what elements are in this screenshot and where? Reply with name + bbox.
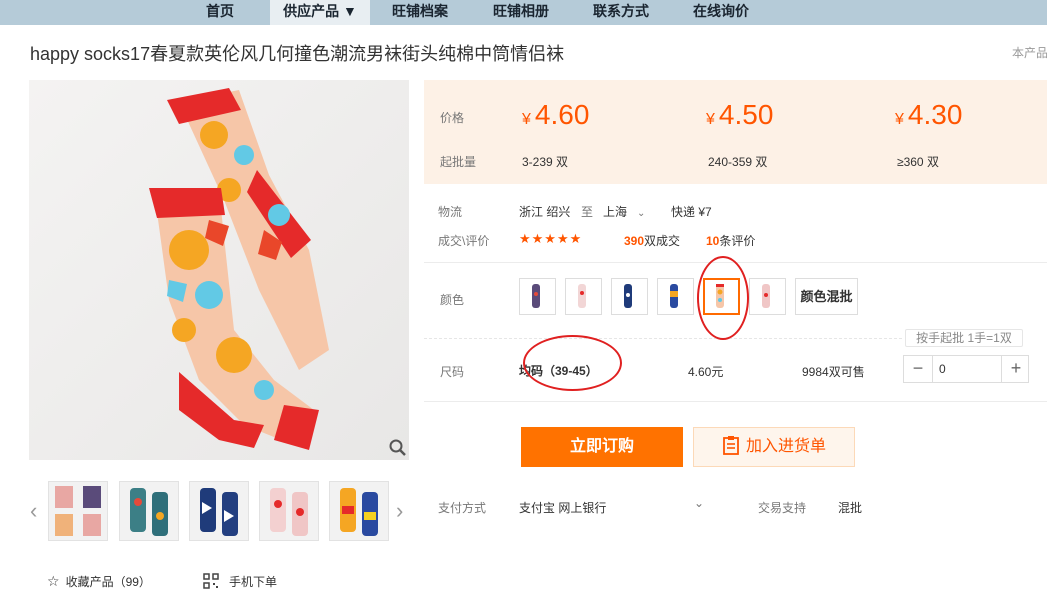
- zoom-icon[interactable]: [388, 438, 408, 458]
- tier-price: ¥4.60: [522, 99, 590, 130]
- nav-item-profile[interactable]: 旺铺档案: [383, 0, 457, 25]
- thumb-prev-arrow-icon[interactable]: ‹: [30, 498, 37, 524]
- thumbnail[interactable]: [48, 481, 108, 541]
- chevron-down-icon: ⌄: [637, 208, 646, 219]
- thumbnail-image: [340, 488, 378, 536]
- swatch-image: [624, 284, 632, 308]
- color-swatch[interactable]: [611, 278, 648, 315]
- review-count[interactable]: 10条评价: [706, 232, 755, 249]
- plus-button[interactable]: +: [1002, 356, 1030, 382]
- minus-button[interactable]: −: [904, 356, 932, 382]
- price-label: 价格: [440, 111, 465, 125]
- color-swatch[interactable]: [749, 278, 786, 315]
- nav-item-inquiry[interactable]: 在线询价: [684, 0, 758, 25]
- divider: [424, 401, 1047, 402]
- star-outline-icon: ☆: [47, 573, 60, 589]
- mobile-order-link[interactable]: 手机下单: [203, 573, 277, 590]
- express-fee: 快递 ¥7: [671, 205, 712, 219]
- color-label: 颜色: [440, 293, 465, 307]
- ship-to-word: 至: [581, 205, 594, 219]
- deals-label: 成交\评价: [438, 234, 490, 248]
- color-swatch[interactable]: [565, 278, 602, 315]
- tier-price: ¥4.50: [706, 99, 774, 130]
- mobile-order-label: 手机下单: [229, 575, 278, 589]
- nav-item-contact[interactable]: 联系方式: [584, 0, 658, 25]
- payment-methods: 支付宝 网上银行: [519, 501, 607, 515]
- trade-support-value: 混批: [838, 501, 863, 515]
- annotation-circle: [523, 335, 622, 391]
- product-title: happy socks17春夏款英伦风几何撞色潮流男袜街头纯棉中筒情侣袜: [30, 44, 565, 64]
- size-label: 尺码: [440, 365, 465, 379]
- clipboard-icon: [723, 436, 739, 455]
- thumbnail[interactable]: [189, 481, 249, 541]
- dashed-divider: [424, 338, 902, 339]
- logistics-label: 物流: [438, 205, 463, 219]
- buy-now-button[interactable]: 立即订购: [521, 427, 683, 467]
- chevron-down-icon[interactable]: ⌄: [694, 496, 704, 510]
- add-to-cart-label: 加入进货单: [745, 438, 826, 455]
- ship-to-value: 上海: [603, 205, 628, 219]
- favorite-label: 收藏产品（99）: [65, 575, 151, 589]
- nav-item-album[interactable]: 旺铺相册: [484, 0, 558, 25]
- thumbnail-image: [200, 488, 238, 536]
- batch-hint-badge: 按手起批 1手=1双: [905, 329, 1023, 347]
- quantity-input[interactable]: 0: [932, 356, 1002, 382]
- tier-qty: 3-239 双: [522, 155, 569, 169]
- qr-code-icon: [203, 573, 219, 589]
- thumbnail-image: [270, 488, 308, 536]
- nav-item-home[interactable]: 首页: [190, 0, 250, 25]
- annotation-circle: [697, 256, 749, 340]
- top-nav: 首页 供应产品 ▼ 旺铺档案 旺铺相册 联系方式 在线询价: [0, 0, 1047, 25]
- product-main-image[interactable]: [29, 80, 409, 460]
- thumb-next-arrow-icon[interactable]: ›: [396, 498, 403, 524]
- thumbnail-image: [55, 486, 101, 536]
- size-price: 4.60元: [688, 365, 724, 379]
- moq-label: 起批量: [440, 155, 477, 169]
- trade-support-label: 交易支持: [758, 501, 807, 515]
- swatch-image: [762, 284, 770, 308]
- swatch-image: [670, 284, 678, 308]
- tier-qty: 240-359 双: [708, 155, 768, 169]
- thumbnail[interactable]: [259, 481, 319, 541]
- color-swatch[interactable]: [519, 278, 556, 315]
- quantity-stepper: − 0 +: [903, 355, 1029, 383]
- deal-count[interactable]: 390双成交: [624, 232, 680, 249]
- size-stock: 9984双可售: [802, 365, 865, 379]
- favorite-link[interactable]: ☆ 收藏产品（99）: [47, 573, 151, 590]
- tier-price: ¥4.30: [895, 99, 963, 130]
- swatch-image: [532, 284, 540, 308]
- swatch-image: [578, 284, 586, 308]
- ship-from: 浙江 绍兴: [519, 205, 571, 219]
- color-mixed-button[interactable]: 颜色混批: [795, 278, 858, 315]
- socks-illustration: [149, 88, 329, 450]
- rating-stars-icon: ★★★★★: [519, 231, 583, 246]
- color-swatch[interactable]: [657, 278, 694, 315]
- thumbnail[interactable]: [329, 481, 389, 541]
- product-side-link[interactable]: 本产品: [1012, 44, 1047, 61]
- thumbnail[interactable]: [119, 481, 179, 541]
- nav-item-products[interactable]: 供应产品 ▼: [270, 0, 370, 25]
- add-to-cart-button[interactable]: 加入进货单: [693, 427, 855, 467]
- tier-qty: ≥360 双: [897, 155, 939, 169]
- thumbnail-image: [130, 488, 168, 536]
- ship-to-select[interactable]: 上海 ⌄: [603, 203, 645, 220]
- payment-label: 支付方式: [438, 501, 487, 515]
